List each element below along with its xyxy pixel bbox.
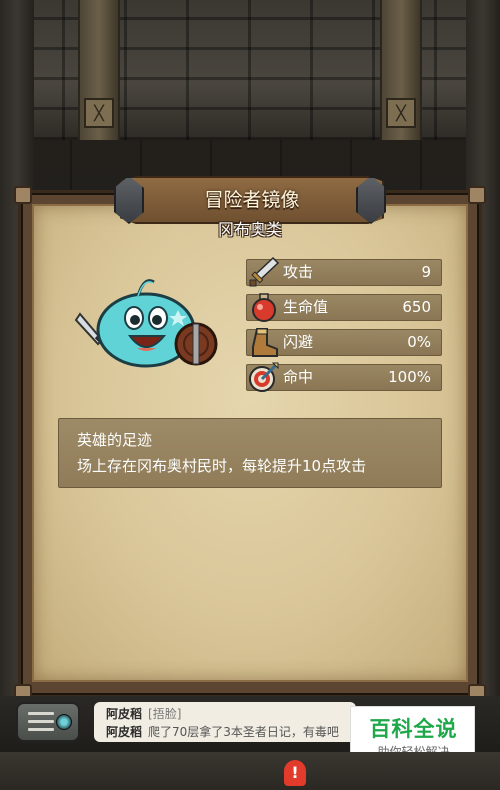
bottom-nav (0, 752, 500, 790)
chat-message: 阿皮稻 [捂脸] (106, 705, 181, 722)
chat-preview[interactable]: 阿皮稻 [捂脸] 阿皮稻 爬了70层拿了3本圣者日记，有毒吧 (94, 702, 356, 742)
chat-username: 阿皮稻 (106, 707, 143, 721)
panel-title: 冒险者镜像 (204, 189, 300, 211)
potion-icon (252, 293, 276, 322)
stat-label: 闪避 (283, 333, 314, 351)
watermark-title: 百科全说 (369, 717, 458, 741)
chat-text: 爬了70层拿了3本圣者日记，有毒吧 (148, 725, 339, 739)
stat-hp: 生命值 650 (246, 293, 442, 322)
chat-menu-button[interactable] (16, 702, 80, 742)
stat-label: 命中 (283, 368, 314, 386)
boot-icon (252, 328, 278, 357)
panel-corner (14, 186, 32, 204)
alert-icon[interactable]: ! (284, 760, 306, 786)
stat-hit: 命中 100% (246, 362, 442, 392)
chat-message: 阿皮稻 爬了70层拿了3本圣者日记，有毒吧 (106, 723, 339, 740)
right-pillar: ᚷ (380, 0, 422, 140)
panel-corner (468, 186, 486, 204)
stat-label: 攻击 (283, 263, 314, 281)
ability-box: 英雄的足迹 场上存在冈布奥村民时，每轮提升10点攻击 (58, 418, 442, 488)
dungeon-wall (0, 0, 500, 140)
chat-emote: [捂脸] (148, 707, 182, 721)
ability-name: 英雄的足迹 (77, 431, 153, 449)
slime-portrait (74, 279, 218, 368)
rune-icon: ᚷ (386, 98, 416, 128)
menu-icon (28, 712, 54, 732)
chat-toggle-icon (56, 714, 72, 730)
shield-icon (174, 322, 218, 366)
left-pillar: ᚷ (78, 0, 120, 140)
target-icon (249, 362, 279, 392)
stat-value: 650 (402, 298, 431, 316)
stat-value: 0% (407, 333, 431, 351)
panel-subtitle: 冈布奥类 (217, 220, 282, 239)
sword-icon (249, 256, 280, 287)
stat-label: 生命值 (283, 298, 329, 316)
stat-value: 9 (421, 263, 431, 281)
chat-username: 阿皮稻 (106, 725, 143, 739)
stat-attack: 攻击 9 (246, 256, 442, 287)
ability-description: 场上存在冈布奥村民时，每轮提升10点攻击 (77, 457, 367, 475)
stat-dodge: 闪避 0% (246, 328, 442, 357)
stat-value: 100% (388, 368, 431, 386)
rune-icon: ᚷ (84, 98, 114, 128)
